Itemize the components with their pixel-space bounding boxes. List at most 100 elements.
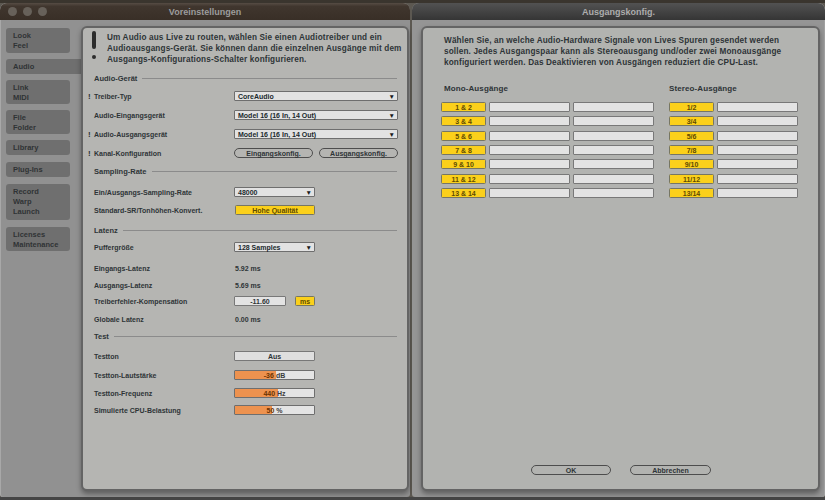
ok-button[interactable]: OK xyxy=(531,465,611,475)
mono-name-field[interactable] xyxy=(489,102,570,112)
mono-name-field[interactable] xyxy=(489,188,570,198)
audio-output-select[interactable]: Model 16 (16 In, 14 Out)▼ xyxy=(234,129,398,139)
input-latency-value: 5.92 ms xyxy=(235,265,261,272)
test-tone-row: Testton Aus xyxy=(83,351,407,361)
chevron-down-icon: ▼ xyxy=(389,130,395,139)
stereo-name-field[interactable] xyxy=(717,131,798,141)
stereo-name-field[interactable] xyxy=(717,188,798,198)
chevron-down-icon: ▼ xyxy=(306,243,312,252)
section-latency: Latenz xyxy=(94,226,118,235)
sidebar-tab-record-warp-launch[interactable]: Record Warp Launch xyxy=(6,184,70,220)
mono-name-field[interactable] xyxy=(489,116,570,126)
sidebar-tab-link-midi[interactable]: Link MIDI xyxy=(6,80,70,104)
audio-settings-panel: Um Audio aus Live zu routen, wählen Sie … xyxy=(81,26,409,491)
sidebar-tab-look-feel[interactable]: Look Feel xyxy=(6,28,70,53)
test-tone-toggle[interactable]: Aus xyxy=(234,351,315,361)
stereo-outputs-header: Stereo-Ausgänge xyxy=(669,84,737,93)
stereo-output-button[interactable]: 11/12 xyxy=(669,174,714,184)
stereo-output-button[interactable]: 3/4 xyxy=(669,116,714,126)
mono-name-field[interactable] xyxy=(489,145,570,155)
stereo-output-button[interactable]: 5/6 xyxy=(669,131,714,141)
driver-type-select[interactable]: CoreAudio▼ xyxy=(234,91,398,101)
cpu-load-slider[interactable]: 50% xyxy=(234,405,315,415)
stereo-name-field[interactable] xyxy=(717,116,798,126)
info-icon xyxy=(92,31,96,49)
preferences-window: Voreinstellungen Look Feel Audio Link MI… xyxy=(0,3,410,497)
mono-name-field[interactable] xyxy=(573,145,654,155)
mono-name-field[interactable] xyxy=(489,131,570,141)
mono-output-button[interactable]: 5 & 6 xyxy=(441,131,486,141)
sidebar-tab-plug-ins[interactable]: Plug-Ins xyxy=(6,162,70,177)
output-row-1: 1 & 2 1/2 xyxy=(423,102,818,112)
mono-name-field[interactable] xyxy=(573,159,654,169)
sidebar-tab-library[interactable]: Library xyxy=(6,140,70,155)
audio-input-select[interactable]: Model 16 (16 In, 14 Out)▼ xyxy=(234,110,398,120)
stereo-name-field[interactable] xyxy=(717,145,798,155)
dialog-titlebar[interactable]: Ausgangskonfig. xyxy=(412,3,825,20)
mono-output-button[interactable]: 3 & 4 xyxy=(441,116,486,126)
dialog-title: Ausgangskonfig. xyxy=(412,3,825,20)
tone-freq-slider[interactable]: 440Hz xyxy=(234,388,315,398)
preferences-title: Voreinstellungen xyxy=(0,3,410,20)
mono-name-field[interactable] xyxy=(573,188,654,198)
buffer-size-row: Puffergröße 128 Samples▼ xyxy=(83,242,407,252)
section-sampling-rate: Sampling-Rate xyxy=(94,167,147,176)
driver-error-input[interactable]: -11.60 xyxy=(234,296,286,306)
chevron-down-icon: ▼ xyxy=(389,92,395,101)
output-config-dialog: Ausgangskonfig. Wählen Sie, an welche Au… xyxy=(412,3,825,497)
mono-name-field[interactable] xyxy=(489,159,570,169)
high-quality-button[interactable]: Hohe Qualität xyxy=(235,205,315,215)
preferences-titlebar[interactable]: Voreinstellungen xyxy=(0,3,410,20)
cpu-load-row: Simulierte CPU-Belastung 50% xyxy=(83,405,407,415)
mono-outputs-header: Mono-Ausgänge xyxy=(444,84,508,93)
output-row-4: 7 & 8 7/8 xyxy=(423,145,818,155)
mono-name-field[interactable] xyxy=(573,116,654,126)
sr-convert-row: Standard-SR/Tonhöhen-Konvert. Hohe Quali… xyxy=(83,205,407,215)
mono-output-button[interactable]: 7 & 8 xyxy=(441,145,486,155)
audio-output-row: ! Audio-Ausgangsgerät Model 16 (16 In, 1… xyxy=(83,129,407,139)
output-config-panel: Wählen Sie, an welche Audio-Hardware Sig… xyxy=(421,26,820,491)
mono-output-button[interactable]: 13 & 14 xyxy=(441,188,486,198)
mono-name-field[interactable] xyxy=(573,131,654,141)
section-test: Test xyxy=(94,332,109,341)
stereo-name-field[interactable] xyxy=(717,159,798,169)
stereo-output-button[interactable]: 9/10 xyxy=(669,159,714,169)
sidebar-tab-file-folder[interactable]: File Folder xyxy=(6,110,70,134)
output-row-6: 11 & 12 11/12 xyxy=(423,174,818,184)
audio-input-row: Audio-Eingangsgerät Model 16 (16 In, 14 … xyxy=(83,110,407,120)
sidebar-tab-audio[interactable]: Audio xyxy=(6,59,82,74)
sample-rate-select[interactable]: 48000▼ xyxy=(234,187,315,197)
output-row-7: 13 & 14 13/14 xyxy=(423,188,818,198)
info-text: Um Audio aus Live zu routen, wählen Sie … xyxy=(107,33,407,65)
driver-type-row: ! Treiber-Typ CoreAudio▼ xyxy=(83,91,407,101)
sample-rate-row: Ein/Ausgangs-Sampling-Rate 48000▼ xyxy=(83,187,407,197)
input-latency-row: Eingangs-Latenz 5.92 ms xyxy=(83,263,407,273)
mono-name-field[interactable] xyxy=(489,174,570,184)
mono-name-field[interactable] xyxy=(573,174,654,184)
overall-latency-row: Globale Latenz 0.00 ms xyxy=(83,314,407,324)
dialog-buttons-row: OK Abbrechen xyxy=(423,465,818,475)
warning-icon: ! xyxy=(88,149,91,158)
overall-latency-value: 0.00 ms xyxy=(235,316,261,323)
mono-name-field[interactable] xyxy=(573,102,654,112)
stereo-output-button[interactable]: 7/8 xyxy=(669,145,714,155)
mono-output-button[interactable]: 1 & 2 xyxy=(441,102,486,112)
stereo-name-field[interactable] xyxy=(717,102,798,112)
driver-error-unit-button[interactable]: ms xyxy=(295,296,315,306)
channel-config-row: ! Kanal-Konfiguration Eingangskonfig. Au… xyxy=(83,148,407,158)
stereo-output-button[interactable]: 1/2 xyxy=(669,102,714,112)
stereo-name-field[interactable] xyxy=(717,174,798,184)
tone-volume-slider[interactable]: -36dB xyxy=(234,370,315,380)
stereo-output-button[interactable]: 13/14 xyxy=(669,188,714,198)
output-latency-row: Ausgangs-Latenz 5.69 ms xyxy=(83,280,407,290)
output-config-button[interactable]: Ausgangskonfig. xyxy=(319,148,398,158)
sidebar-tab-licenses-maintenance[interactable]: Licenses Maintenance xyxy=(6,227,70,251)
cancel-button[interactable]: Abbrechen xyxy=(630,465,711,475)
tone-freq-row: Testton-Frequenz 440Hz xyxy=(83,388,407,398)
buffer-size-select[interactable]: 128 Samples▼ xyxy=(234,242,315,252)
mono-output-button[interactable]: 11 & 12 xyxy=(441,174,486,184)
input-config-button[interactable]: Eingangskonfig. xyxy=(234,148,313,158)
dialog-description: Wählen Sie, an welche Audio-Hardware Sig… xyxy=(444,36,809,68)
mono-output-button[interactable]: 9 & 10 xyxy=(441,159,486,169)
output-row-3: 5 & 6 5/6 xyxy=(423,131,818,141)
